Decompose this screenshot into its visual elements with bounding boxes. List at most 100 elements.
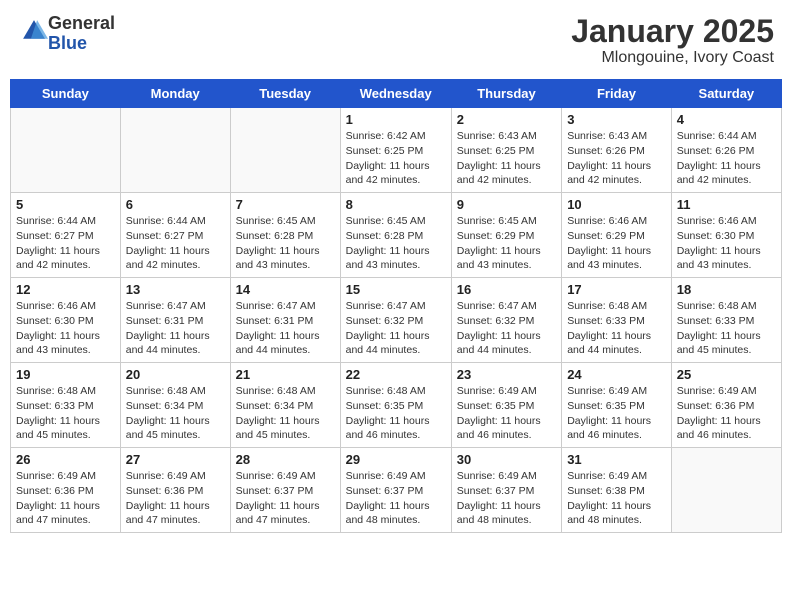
calendar-cell: 23 Sunrise: 6:49 AMSunset: 6:35 PMDayligh… xyxy=(451,363,561,448)
day-info: Sunrise: 6:45 AMSunset: 6:28 PMDaylight:… xyxy=(346,214,446,273)
calendar-week-row: 1Sunrise: 6:42 AMSunset: 6:25 PMDaylight… xyxy=(11,108,782,193)
calendar-week-row: 26Sunrise: 6:49 AMSunset: 6:36 PMDayligh… xyxy=(11,448,782,533)
calendar-cell: 11 Sunrise: 6:46 AMSunset: 6:30 PMDayligh… xyxy=(671,193,781,278)
day-number: 7 xyxy=(236,197,335,212)
day-info: Sunrise: 6:49 AMSunset: 6:37 PMDaylight:… xyxy=(346,469,446,528)
day-info: Sunrise: 6:46 AMSunset: 6:30 PMDaylight:… xyxy=(16,299,115,358)
calendar-cell: 13 Sunrise: 6:47 AMSunset: 6:31 PMDayligh… xyxy=(120,278,230,363)
day-number: 15 xyxy=(346,282,446,297)
day-number: 28 xyxy=(236,452,335,467)
weekday-header: Wednesday xyxy=(340,80,451,108)
calendar-cell: 2Sunrise: 6:43 AMSunset: 6:25 PMDaylight… xyxy=(451,108,561,193)
title-block: January 2025 Mlongouine, Ivory Coast xyxy=(571,14,774,67)
day-info: Sunrise: 6:48 AMSunset: 6:33 PMDaylight:… xyxy=(677,299,776,358)
day-info: Sunrise: 6:49 AMSunset: 6:35 PMDaylight:… xyxy=(457,384,556,443)
calendar-cell: 18 Sunrise: 6:48 AMSunset: 6:33 PMDayligh… xyxy=(671,278,781,363)
page-title: January 2025 xyxy=(571,14,774,49)
calendar-cell: 4Sunrise: 6:44 AMSunset: 6:26 PMDaylight… xyxy=(671,108,781,193)
calendar-cell: 8 Sunrise: 6:45 AMSunset: 6:28 PMDaylight… xyxy=(340,193,451,278)
day-number: 21 xyxy=(236,367,335,382)
day-number: 27 xyxy=(126,452,225,467)
day-info: Sunrise: 6:43 AMSunset: 6:25 PMDaylight:… xyxy=(457,129,556,188)
weekday-header: Thursday xyxy=(451,80,561,108)
calendar-cell: 31 Sunrise: 6:49 AMSunset: 6:38 PMDayligh… xyxy=(562,448,672,533)
logo-icon xyxy=(20,17,48,45)
calendar-week-row: 12 Sunrise: 6:46 AMSunset: 6:30 PMDayligh… xyxy=(11,278,782,363)
day-number: 9 xyxy=(457,197,556,212)
day-info: Sunrise: 6:48 AMSunset: 6:33 PMDaylight:… xyxy=(567,299,666,358)
logo: General Blue xyxy=(18,14,115,54)
calendar-cell: 27 Sunrise: 6:49 AMSunset: 6:36 PMDayligh… xyxy=(120,448,230,533)
calendar-cell: 17Sunrise: 6:48 AMSunset: 6:33 PMDayligh… xyxy=(562,278,672,363)
day-info: Sunrise: 6:49 AMSunset: 6:36 PMDaylight:… xyxy=(16,469,115,528)
day-number: 20 xyxy=(126,367,225,382)
day-info: Sunrise: 6:49 AMSunset: 6:37 PMDaylight:… xyxy=(236,469,335,528)
day-number: 8 xyxy=(346,197,446,212)
calendar-cell xyxy=(230,108,340,193)
calendar-cell: 7Sunrise: 6:45 AMSunset: 6:28 PMDaylight… xyxy=(230,193,340,278)
day-number: 1 xyxy=(346,112,446,127)
calendar-header: SundayMondayTuesdayWednesdayThursdayFrid… xyxy=(11,80,782,108)
calendar-cell: 22 Sunrise: 6:48 AMSunset: 6:35 PMDayligh… xyxy=(340,363,451,448)
day-number: 22 xyxy=(346,367,446,382)
calendar-cell: 12 Sunrise: 6:46 AMSunset: 6:30 PMDayligh… xyxy=(11,278,121,363)
day-number: 29 xyxy=(346,452,446,467)
day-info: Sunrise: 6:44 AMSunset: 6:26 PMDaylight:… xyxy=(677,129,776,188)
calendar-cell: 9 Sunrise: 6:45 AMSunset: 6:29 PMDaylight… xyxy=(451,193,561,278)
calendar-cell: 21Sunrise: 6:48 AMSunset: 6:34 PMDayligh… xyxy=(230,363,340,448)
day-info: Sunrise: 6:47 AMSunset: 6:31 PMDaylight:… xyxy=(236,299,335,358)
day-number: 5 xyxy=(16,197,115,212)
day-info: Sunrise: 6:49 AMSunset: 6:37 PMDaylight:… xyxy=(457,469,556,528)
day-number: 14 xyxy=(236,282,335,297)
calendar-cell: 5 Sunrise: 6:44 AMSunset: 6:27 PMDaylight… xyxy=(11,193,121,278)
day-number: 18 xyxy=(677,282,776,297)
calendar-cell: 16Sunrise: 6:47 AMSunset: 6:32 PMDayligh… xyxy=(451,278,561,363)
day-info: Sunrise: 6:45 AMSunset: 6:29 PMDaylight:… xyxy=(457,214,556,273)
calendar-cell: 20 Sunrise: 6:48 AMSunset: 6:34 PMDayligh… xyxy=(120,363,230,448)
calendar-table: SundayMondayTuesdayWednesdayThursdayFrid… xyxy=(10,79,782,533)
day-number: 10 xyxy=(567,197,666,212)
days-of-week-row: SundayMondayTuesdayWednesdayThursdayFrid… xyxy=(11,80,782,108)
day-number: 24 xyxy=(567,367,666,382)
day-info: Sunrise: 6:47 AMSunset: 6:32 PMDaylight:… xyxy=(457,299,556,358)
calendar-body: 1Sunrise: 6:42 AMSunset: 6:25 PMDaylight… xyxy=(11,108,782,533)
calendar-cell xyxy=(11,108,121,193)
day-info: Sunrise: 6:46 AMSunset: 6:29 PMDaylight:… xyxy=(567,214,666,273)
day-info: Sunrise: 6:44 AMSunset: 6:27 PMDaylight:… xyxy=(16,214,115,273)
day-number: 6 xyxy=(126,197,225,212)
calendar-cell: 26Sunrise: 6:49 AMSunset: 6:36 PMDayligh… xyxy=(11,448,121,533)
calendar-cell: 6 Sunrise: 6:44 AMSunset: 6:27 PMDaylight… xyxy=(120,193,230,278)
calendar-cell xyxy=(120,108,230,193)
day-info: Sunrise: 6:47 AMSunset: 6:31 PMDaylight:… xyxy=(126,299,225,358)
day-number: 13 xyxy=(126,282,225,297)
day-info: Sunrise: 6:49 AMSunset: 6:36 PMDaylight:… xyxy=(126,469,225,528)
calendar-cell: 19Sunrise: 6:48 AMSunset: 6:33 PMDayligh… xyxy=(11,363,121,448)
day-info: Sunrise: 6:48 AMSunset: 6:34 PMDaylight:… xyxy=(126,384,225,443)
calendar-week-row: 19Sunrise: 6:48 AMSunset: 6:33 PMDayligh… xyxy=(11,363,782,448)
day-number: 31 xyxy=(567,452,666,467)
day-info: Sunrise: 6:48 AMSunset: 6:35 PMDaylight:… xyxy=(346,384,446,443)
logo-text: General Blue xyxy=(48,14,115,54)
calendar-week-row: 5 Sunrise: 6:44 AMSunset: 6:27 PMDaylight… xyxy=(11,193,782,278)
day-info: Sunrise: 6:47 AMSunset: 6:32 PMDaylight:… xyxy=(346,299,446,358)
day-info: Sunrise: 6:49 AMSunset: 6:38 PMDaylight:… xyxy=(567,469,666,528)
day-info: Sunrise: 6:49 AMSunset: 6:35 PMDaylight:… xyxy=(567,384,666,443)
calendar-cell: 28 Sunrise: 6:49 AMSunset: 6:37 PMDayligh… xyxy=(230,448,340,533)
day-number: 30 xyxy=(457,452,556,467)
page-header: General Blue January 2025 Mlongouine, Iv… xyxy=(10,10,782,71)
day-info: Sunrise: 6:46 AMSunset: 6:30 PMDaylight:… xyxy=(677,214,776,273)
day-number: 12 xyxy=(16,282,115,297)
day-info: Sunrise: 6:44 AMSunset: 6:27 PMDaylight:… xyxy=(126,214,225,273)
day-info: Sunrise: 6:43 AMSunset: 6:26 PMDaylight:… xyxy=(567,129,666,188)
calendar-cell: 24 Sunrise: 6:49 AMSunset: 6:35 PMDayligh… xyxy=(562,363,672,448)
calendar-cell xyxy=(671,448,781,533)
day-number: 11 xyxy=(677,197,776,212)
day-number: 23 xyxy=(457,367,556,382)
day-number: 19 xyxy=(16,367,115,382)
day-info: Sunrise: 6:49 AMSunset: 6:36 PMDaylight:… xyxy=(677,384,776,443)
calendar-cell: 30 Sunrise: 6:49 AMSunset: 6:37 PMDayligh… xyxy=(451,448,561,533)
calendar-cell: 3Sunrise: 6:43 AMSunset: 6:26 PMDaylight… xyxy=(562,108,672,193)
weekday-header: Friday xyxy=(562,80,672,108)
calendar-cell: 25Sunrise: 6:49 AMSunset: 6:36 PMDayligh… xyxy=(671,363,781,448)
calendar-cell: 15 Sunrise: 6:47 AMSunset: 6:32 PMDayligh… xyxy=(340,278,451,363)
